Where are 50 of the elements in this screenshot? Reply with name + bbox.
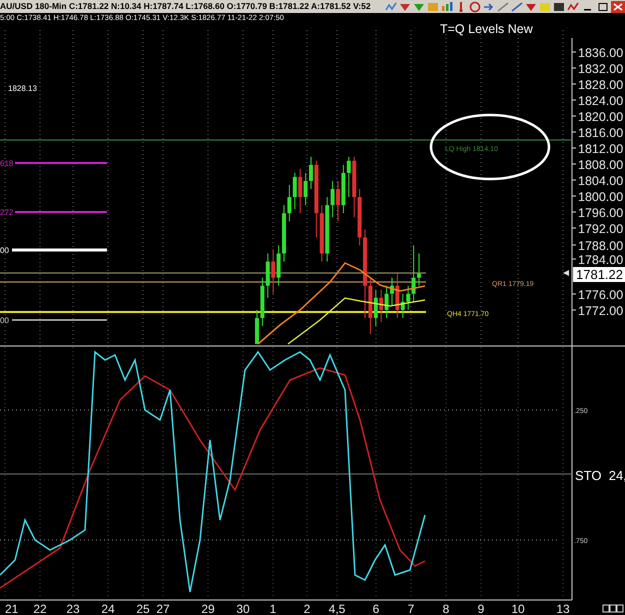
date-tick-label: 24: [101, 602, 115, 615]
price-tick-label: 1792.00: [578, 222, 624, 236]
toolbar-icon[interactable]: [482, 0, 496, 12]
fib-label: 00: [0, 246, 9, 255]
date-tick-label: 25: [136, 602, 150, 615]
date-tick-label: 13: [556, 602, 570, 615]
date-tick-label: 10: [511, 602, 525, 615]
price-tick-label: 1796.00: [578, 206, 624, 220]
price-tick-label: 1804.00: [578, 174, 624, 188]
date-tick-label: 7: [408, 602, 414, 615]
price-tick-label: 1832.00: [578, 62, 624, 76]
toolbar-icon[interactable]: [440, 0, 454, 12]
price-tick-label: 1776.00: [578, 288, 624, 302]
price-tick-label: 1820.00: [578, 110, 624, 124]
date-tick-label: 1: [270, 602, 276, 615]
date-tick-label: 27: [156, 602, 170, 615]
toolbar-icon[interactable]: [552, 0, 566, 12]
date-tick-label: 4,5: [328, 602, 346, 615]
toolbar-icon[interactable]: [468, 0, 482, 12]
price-tick-label: 1836.00: [578, 46, 624, 60]
price-note: 1828.13: [8, 84, 37, 93]
price-tick-label: 1812.00: [578, 142, 624, 156]
price-tick-label: 1808.00: [578, 158, 624, 172]
price-tick-label: 1784.00: [578, 253, 624, 267]
current-price-label: 1781.22: [573, 267, 625, 282]
price-tick-label: 1772.00: [578, 304, 624, 318]
date-tick-label: 6: [372, 602, 380, 615]
maximize-button[interactable]: [596, 0, 610, 12]
date-tick-label: 23: [66, 602, 80, 615]
toolbar-icon[interactable]: [510, 0, 524, 12]
date-tick-label: 9: [478, 602, 484, 615]
price-tick-label: 1828.00: [578, 78, 624, 92]
arrow-icon: [563, 270, 569, 276]
fib-label: 00: [0, 316, 9, 325]
date-tick-label: 8: [442, 602, 450, 615]
date-tick-label: 30: [236, 602, 250, 615]
date-tick-label: 2: [304, 602, 310, 615]
date-tick-label: 21: [5, 602, 18, 615]
fib-label: 272: [0, 208, 14, 217]
close-button[interactable]: [611, 0, 625, 12]
quote-line: AU/USD 180-Min C:1781.22 N:10.34 H:1787.74 L:1768.60 O:1770.79 B:1781.22 A:1781.52 V:52: [0, 0, 372, 13]
price-tick-label: 1816.00: [578, 126, 624, 140]
toolbar-icon[interactable]: [566, 0, 580, 12]
price-tick-label: 1800.00: [578, 190, 624, 204]
price-tick-label: 1788.00: [578, 239, 624, 253]
fib-label: 618: [0, 159, 14, 168]
date-tick-label: 22: [33, 602, 47, 615]
price-tick-label: 1824.00: [578, 94, 624, 108]
indicator-title: T=Q Levels New: [440, 23, 533, 36]
date-tick-label: 29: [201, 602, 215, 615]
